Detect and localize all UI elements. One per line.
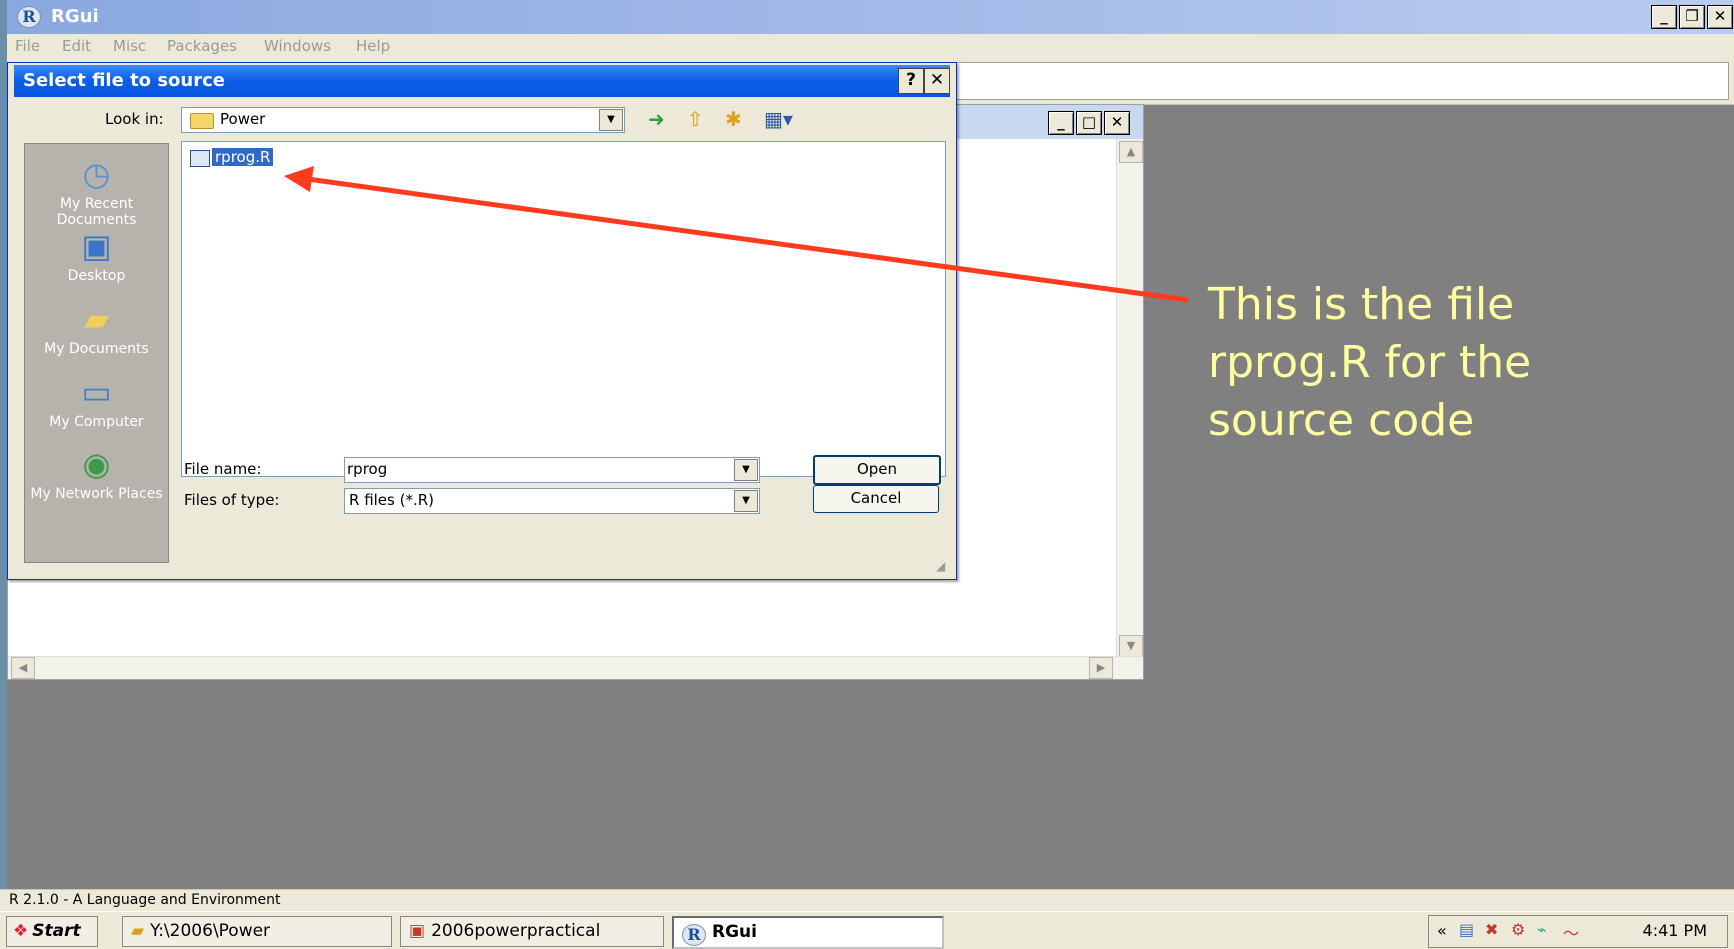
network-icon[interactable]: ▤: [1459, 920, 1474, 939]
presentation-icon: ▣: [409, 921, 426, 941]
toolbar-field[interactable]: [955, 62, 1729, 100]
resize-grip-icon[interactable]: ◢: [936, 559, 945, 573]
console-maximize-button[interactable]: □: [1076, 111, 1102, 135]
r-logo-icon: R: [17, 6, 41, 28]
place-my-documents[interactable]: ▰ My Documents: [25, 299, 168, 357]
look-in-value: Power: [220, 110, 266, 128]
look-in-label: Look in:: [105, 110, 164, 128]
task-power-folder[interactable]: ▰ Y:\2006\Power: [122, 916, 392, 947]
menu-edit[interactable]: Edit: [62, 37, 91, 55]
menu-packages[interactable]: Packages: [167, 37, 237, 55]
place-label: Desktop: [67, 268, 126, 284]
help-button[interactable]: ?: [898, 68, 924, 94]
annotation-line: This is the file: [1208, 279, 1515, 330]
look-in-select[interactable]: Power ▼: [181, 107, 625, 133]
dialog-close-button[interactable]: ✕: [924, 68, 950, 94]
r-logo-icon: R: [682, 924, 706, 946]
file-name-value: rprog: [347, 460, 388, 478]
file-name-input[interactable]: rprog ▼: [344, 457, 760, 483]
security-icon[interactable]: ⚙: [1511, 920, 1525, 939]
places-bar: ◷ My Recent Documents ▣ Desktop ▰ My Doc…: [24, 143, 169, 563]
annotation-line: source code: [1208, 395, 1475, 446]
select-file-dialog: Select file to source ? ✕ Look in: Power…: [7, 62, 957, 580]
place-label: My Recent Documents: [56, 196, 137, 228]
view-menu-icon[interactable]: ▦▾: [764, 107, 793, 131]
annotation-line: rprog.R for the: [1208, 337, 1532, 388]
rgui-title: RGui: [51, 6, 99, 27]
connection-icon[interactable]: ⌁: [1537, 920, 1547, 939]
scroll-right-icon[interactable]: ▶: [1089, 657, 1113, 679]
chevron-down-icon[interactable]: ▼: [734, 459, 758, 481]
up-folder-icon[interactable]: ⇧: [687, 107, 704, 131]
my-documents-icon: ▰: [84, 300, 109, 338]
disconnected-icon[interactable]: ✖: [1485, 920, 1498, 939]
windows-logo-icon: ❖: [13, 921, 29, 941]
file-type-value: R files (*.R): [349, 491, 435, 509]
console-horizontal-scrollbar[interactable]: ◀ ▶: [8, 656, 1143, 679]
taskbar: ❖ Start ▰ Y:\2006\Power ▣ 2006powerpractica…: [0, 911, 1734, 949]
place-my-computer[interactable]: ▭ My Computer: [25, 372, 168, 430]
status-text: R 2.1.0 - A Language and Environment: [9, 892, 281, 908]
place-desktop[interactable]: ▣ Desktop: [25, 226, 168, 284]
cancel-button[interactable]: Cancel: [813, 485, 939, 513]
file-type-label: Files of type:: [184, 491, 280, 509]
folder-icon: [190, 113, 214, 129]
menu-bar: File Edit Misc Packages Windows Help: [7, 34, 1734, 62]
open-button[interactable]: Open: [813, 455, 941, 485]
dialog-title-bar[interactable]: Select file to source ? ✕: [14, 65, 950, 97]
close-button[interactable]: ✕: [1707, 5, 1733, 29]
status-bar: R 2.1.0 - A Language and Environment: [0, 889, 1734, 912]
task-rgui[interactable]: R RGui: [672, 916, 944, 949]
start-button[interactable]: ❖ Start: [6, 916, 98, 947]
place-label: My Network Places: [30, 486, 163, 502]
rgui-title-bar[interactable]: R RGui _ ❐ ✕: [7, 0, 1734, 34]
activity-icon[interactable]: 〜: [1563, 920, 1579, 944]
clock: 4:41 PM: [1642, 921, 1707, 940]
new-folder-icon[interactable]: ✱: [725, 107, 742, 131]
chevron-down-icon[interactable]: ▼: [734, 490, 758, 512]
scroll-down-icon[interactable]: ▼: [1119, 635, 1143, 657]
folder-icon: ▰: [131, 921, 145, 941]
recent-documents-icon: ◷: [82, 155, 111, 193]
chevron-down-icon[interactable]: ▼: [599, 109, 623, 131]
place-recent-documents[interactable]: ◷ My Recent Documents: [25, 154, 168, 228]
minimize-button[interactable]: _: [1651, 5, 1677, 29]
scroll-up-icon[interactable]: ▲: [1119, 141, 1143, 163]
file-name-label: File name:: [184, 460, 262, 478]
console-minimize-button[interactable]: _: [1048, 111, 1074, 135]
task-label: RGui: [712, 922, 757, 942]
annotation-text: This is the file rprog.R for the source …: [1208, 276, 1608, 450]
task-label: Y:\2006\Power: [150, 921, 271, 941]
my-computer-icon: ▭: [81, 373, 112, 411]
task-powerpoint[interactable]: ▣ 2006powerpractical: [400, 916, 664, 947]
menu-windows[interactable]: Windows: [264, 37, 331, 55]
desktop-icon: ▣: [81, 227, 112, 265]
place-label: My Documents: [44, 341, 149, 357]
file-name-text: rprog.R: [212, 148, 274, 166]
console-close-button[interactable]: ✕: [1104, 111, 1130, 135]
system-tray: « ▤ ✖ ⚙ ⌁ 〜 4:41 PM: [1428, 915, 1728, 948]
dialog-title: Select file to source: [23, 70, 225, 91]
network-places-icon: ◉: [82, 445, 111, 483]
restore-button[interactable]: ❐: [1679, 5, 1705, 29]
start-label: Start: [32, 921, 81, 941]
tray-expand-icon[interactable]: «: [1437, 921, 1447, 940]
console-vertical-scrollbar[interactable]: ▲ ▼: [1116, 139, 1143, 659]
back-icon[interactable]: ➜: [648, 107, 665, 131]
menu-help[interactable]: Help: [356, 37, 390, 55]
menu-file[interactable]: File: [15, 37, 40, 55]
task-label: 2006powerpractical: [431, 921, 601, 941]
scroll-left-icon[interactable]: ◀: [11, 657, 35, 679]
file-type-select[interactable]: R files (*.R) ▼: [344, 488, 760, 514]
r-file-icon: [190, 150, 210, 167]
place-label: My Computer: [49, 414, 144, 430]
place-network[interactable]: ◉ My Network Places: [25, 444, 168, 502]
menu-misc[interactable]: Misc: [113, 37, 146, 55]
file-list[interactable]: rprog.R: [181, 141, 946, 477]
